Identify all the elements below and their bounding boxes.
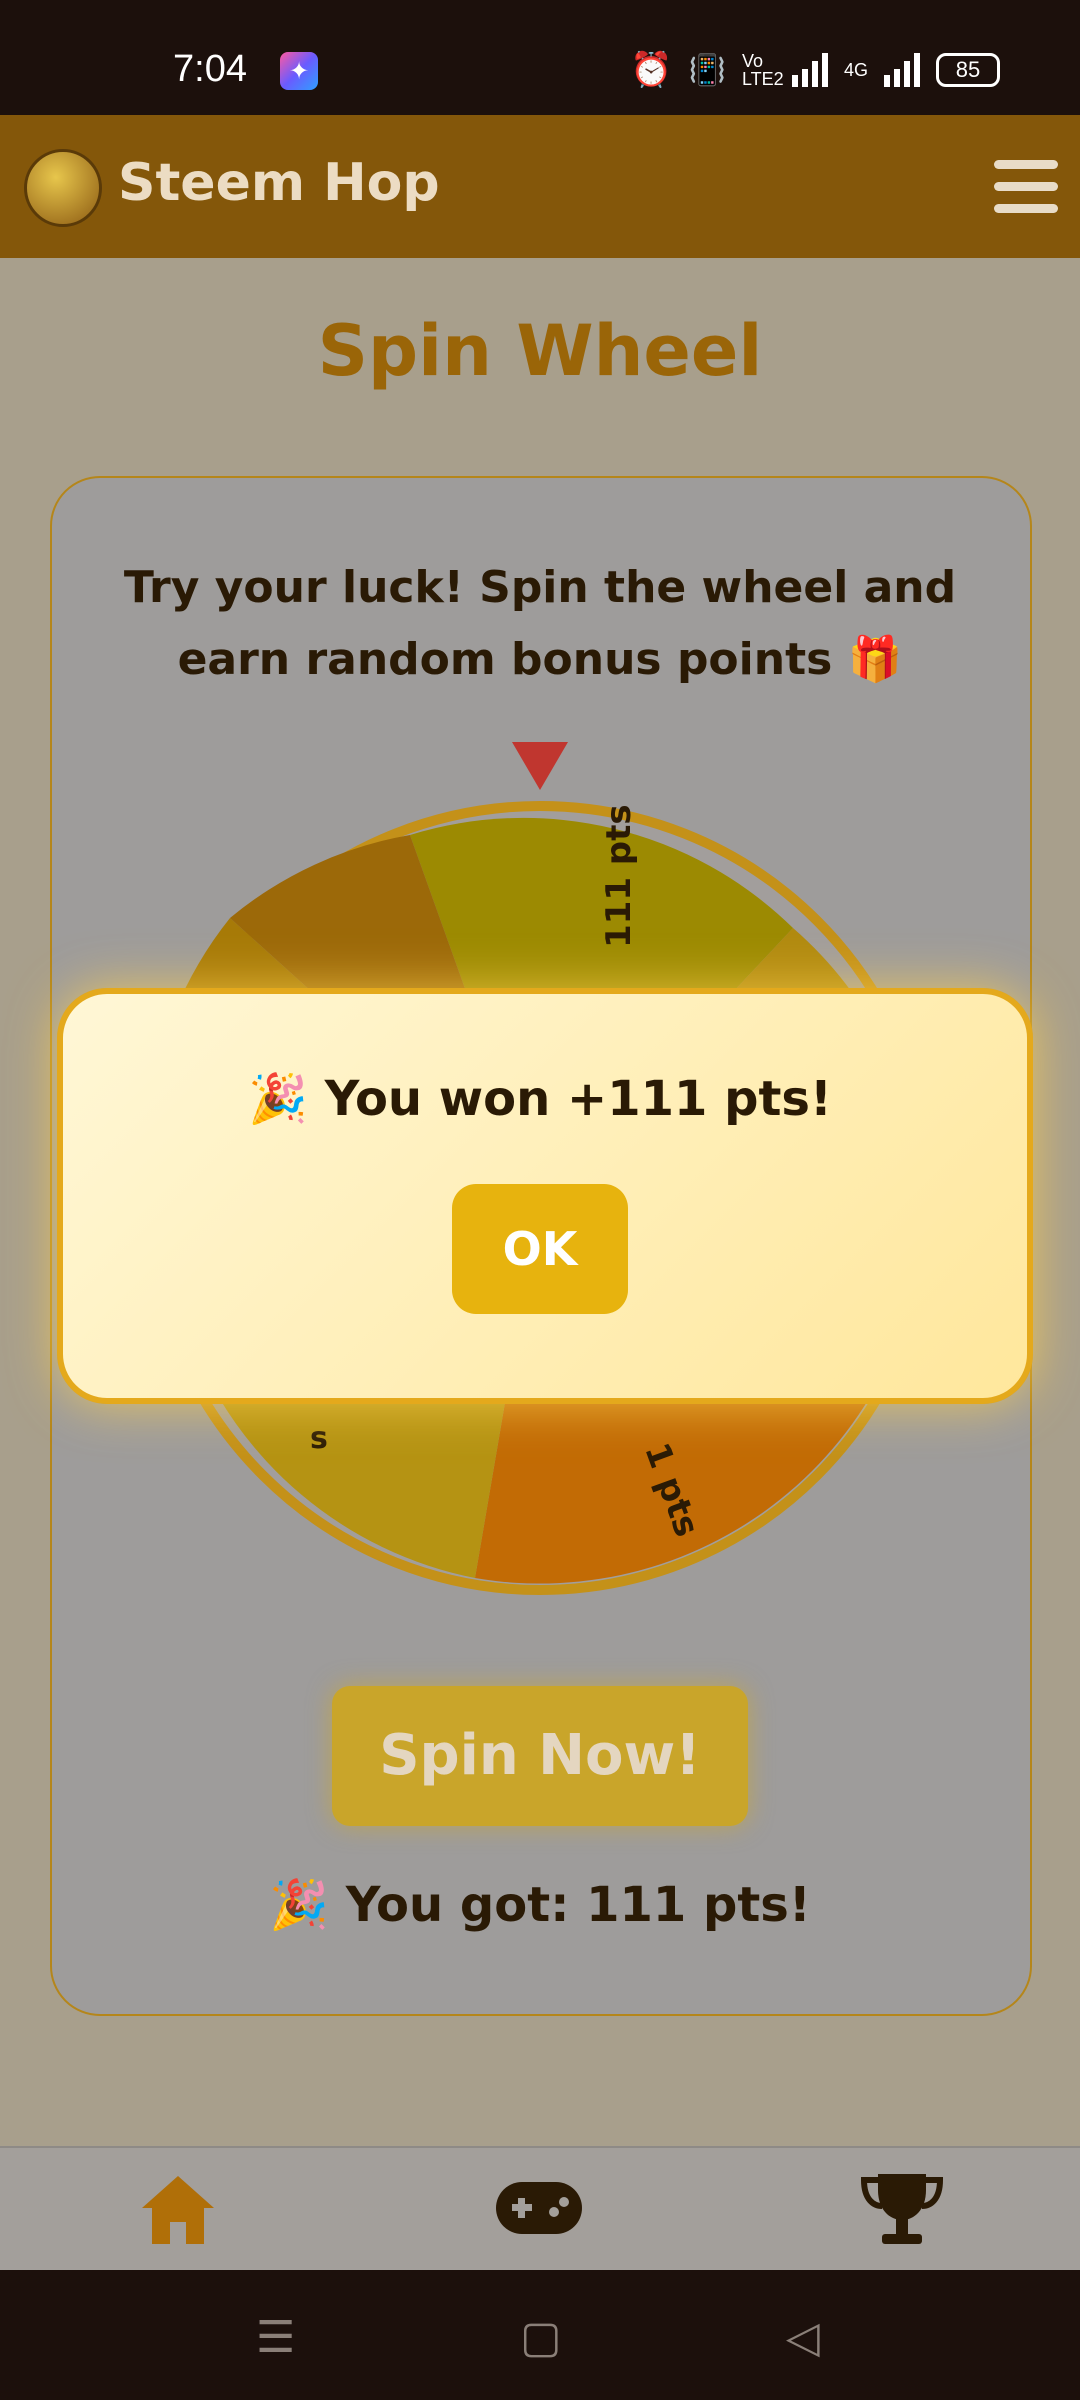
vibrate-icon: 📳 (688, 53, 726, 87)
network-4g-label: 4G (843, 59, 868, 80)
spin-now-button[interactable]: Spin Now! (332, 1686, 748, 1826)
signal-icon-2 (884, 53, 920, 87)
app-header: Steem Hop (0, 115, 1080, 258)
back-icon[interactable]: ◁ (786, 2312, 820, 2363)
recent-apps-icon[interactable]: ☰ (256, 2312, 295, 2363)
status-time: 7:04 (173, 48, 247, 90)
bottom-nav (0, 2146, 1080, 2272)
hamburger-menu-icon[interactable] (994, 160, 1058, 216)
wheel-pointer-icon (512, 742, 568, 790)
status-icons: ⏰ 📳 Vo LTE2 4G 85 (630, 50, 1000, 90)
description-line-1: Try your luck! Spin the wheel and (123, 562, 957, 613)
home-icon[interactable] (138, 2170, 218, 2250)
status-bar: 7:04 ✦ ⏰ 📳 Vo LTE2 4G 85 (0, 0, 1080, 115)
page-title: Spin Wheel (317, 310, 763, 392)
system-nav-bar: ☰ ▢ ◁ (0, 2270, 1080, 2400)
alarm-icon: ⏰ (630, 51, 673, 89)
signal-icon (791, 53, 828, 87)
card-description: Try your luck! Spin the wheel and earn r… (0, 552, 1080, 696)
trophy-icon[interactable] (860, 2170, 944, 2250)
home-button-icon[interactable]: ▢ (520, 2312, 562, 2363)
spin-result-text: 🎉 You got: 111 pts! (269, 1877, 811, 1933)
app-title: Steem Hop (118, 153, 440, 213)
description-line-2: earn random bonus points 🎁 (177, 634, 903, 685)
app-logo (24, 149, 102, 227)
ok-button[interactable]: OK (452, 1184, 628, 1314)
gamepad-icon[interactable] (494, 2178, 584, 2238)
volte-label: Vo LTE2 (741, 51, 784, 89)
battery-indicator: 85 (936, 53, 1000, 87)
notification-app-icon: ✦ (280, 52, 318, 90)
wheel-label-2: s (310, 1421, 328, 1456)
wheel-label-1: 111 pts (599, 804, 639, 948)
win-message: 🎉 You won +111 pts! (248, 1071, 832, 1127)
